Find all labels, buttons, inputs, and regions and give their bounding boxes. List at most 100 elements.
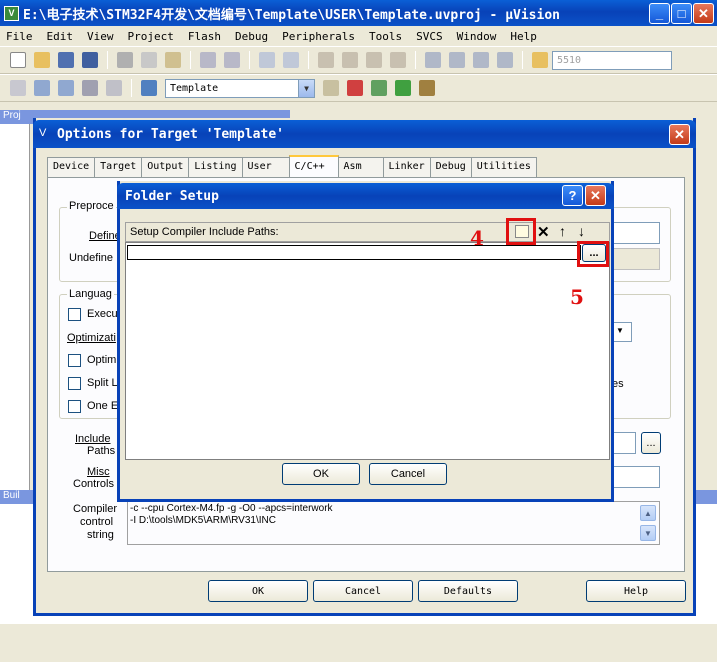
control-label: control <box>80 516 114 528</box>
menu-bar: File Edit View Project Flash Debug Perip… <box>0 26 717 46</box>
uncomment-icon[interactable] <box>497 52 513 68</box>
menu-window[interactable]: Window <box>457 30 497 43</box>
build-icon[interactable] <box>34 80 50 96</box>
nav-forward-icon[interactable] <box>283 52 299 68</box>
tab-user[interactable]: User <box>241 157 290 177</box>
maximize-button[interactable]: □ <box>671 3 692 24</box>
chevron-down-icon: ▼ <box>616 326 624 335</box>
project-pane <box>0 110 30 500</box>
folder-setup-ok-button[interactable]: OK <box>282 463 360 485</box>
optimize-time-checkbox[interactable] <box>68 354 81 367</box>
scroll-up-icon[interactable]: ▲ <box>640 505 656 521</box>
build-toolbar: Template ▼ <box>0 74 717 102</box>
find-combo[interactable]: 5510 <box>552 50 672 70</box>
menu-file[interactable]: File <box>6 30 33 43</box>
one-elf-checkbox[interactable] <box>68 400 81 413</box>
folder-setup-help-button[interactable]: ? <box>562 185 583 206</box>
clear-bookmarks-icon[interactable] <box>390 52 406 68</box>
new-file-icon[interactable] <box>10 52 26 68</box>
options-defaults-button[interactable]: Defaults <box>418 580 518 602</box>
redo-icon[interactable] <box>224 52 240 68</box>
tab-debug[interactable]: Debug <box>429 157 472 177</box>
tab-output[interactable]: Output <box>141 157 190 177</box>
menu-peripherals[interactable]: Peripherals <box>282 30 355 43</box>
target-options-icon[interactable] <box>323 80 339 96</box>
close-button[interactable]: ✕ <box>693 3 714 24</box>
compiler-control-string[interactable]: -c --cpu Cortex-M4.fp -g -O0 --apcs=inte… <box>127 501 660 545</box>
tab-c-cpp[interactable]: C/C++ <box>288 155 339 177</box>
options-dialog-title: Options for Target 'Template' <box>57 126 284 142</box>
main-title-bar[interactable]: V E:\电子技术\STM32F4开发\文档编号\Template\USER\T… <box>0 0 717 26</box>
scroll-down-icon[interactable]: ▼ <box>640 525 656 541</box>
toolbar-separator <box>190 51 191 69</box>
comment-icon[interactable] <box>473 52 489 68</box>
bookmark-icon[interactable] <box>318 52 334 68</box>
define-input[interactable] <box>612 222 660 244</box>
prev-bookmark-icon[interactable] <box>342 52 358 68</box>
save-all-icon[interactable] <box>82 52 98 68</box>
menu-edit[interactable]: Edit <box>47 30 74 43</box>
move-up-icon[interactable]: ↑ <box>559 223 566 239</box>
options-cancel-button[interactable]: Cancel <box>313 580 413 602</box>
minimize-button[interactable]: _ <box>649 3 670 24</box>
indent-icon[interactable] <box>425 52 441 68</box>
chevron-down-icon[interactable]: ▼ <box>298 79 314 97</box>
misc-label: Misc <box>87 466 110 478</box>
target-combo[interactable]: Template ▼ <box>165 78 315 98</box>
rebuild-icon[interactable] <box>58 80 74 96</box>
menu-svcs[interactable]: SVCS <box>416 30 443 43</box>
batch-build-icon[interactable] <box>82 80 98 96</box>
tab-target[interactable]: Target <box>94 157 143 177</box>
stop-build-icon[interactable] <box>106 80 122 96</box>
execute-only-checkbox[interactable] <box>68 308 81 321</box>
delete-icon[interactable]: ✕ <box>537 223 550 241</box>
paste-icon[interactable] <box>165 52 181 68</box>
find-in-files-icon[interactable] <box>532 52 548 68</box>
options-help-button[interactable]: Help <box>586 580 686 602</box>
folder-setup-close-button[interactable]: ✕ <box>585 185 606 206</box>
menu-flash[interactable]: Flash <box>188 30 221 43</box>
menu-project[interactable]: Project <box>128 30 174 43</box>
include-paths-list[interactable]: ... <box>125 242 610 460</box>
open-folder-icon[interactable] <box>34 52 50 68</box>
manage-components-icon[interactable] <box>371 80 387 96</box>
undefine-input[interactable] <box>612 248 660 270</box>
tab-device[interactable]: Device <box>47 157 96 177</box>
help-icon: ? <box>568 188 577 203</box>
nav-back-icon[interactable] <box>259 52 275 68</box>
folder-setup-title-bar[interactable]: Folder Setup ? ✕ <box>117 183 614 209</box>
include-paths-input[interactable] <box>612 432 636 454</box>
options-close-button[interactable]: ✕ <box>669 124 690 145</box>
tab-linker[interactable]: Linker <box>382 157 431 177</box>
tab-listing[interactable]: Listing <box>188 157 243 177</box>
copy-icon[interactable] <box>141 52 157 68</box>
close-icon: ✕ <box>674 126 685 142</box>
include-path-edit-field[interactable] <box>127 245 581 260</box>
menu-help[interactable]: Help <box>510 30 537 43</box>
move-down-icon[interactable]: ↓ <box>578 223 585 239</box>
save-icon[interactable] <box>58 52 74 68</box>
next-bookmark-icon[interactable] <box>366 52 382 68</box>
menu-view[interactable]: View <box>87 30 114 43</box>
split-load-checkbox[interactable] <box>68 377 81 390</box>
highlight-browse-button <box>577 241 609 267</box>
tab-utilities[interactable]: Utilities <box>470 157 537 177</box>
options-dialog-title-bar[interactable]: V Options for Target 'Template' ✕ <box>33 120 696 148</box>
unindent-icon[interactable] <box>449 52 465 68</box>
undo-icon[interactable] <box>200 52 216 68</box>
translate-icon[interactable] <box>10 80 26 96</box>
misc-controls-input[interactable] <box>612 466 660 488</box>
include-paths-browse-button[interactable]: ... <box>641 432 661 454</box>
pack-installer-icon[interactable] <box>395 80 411 96</box>
options-ok-button[interactable]: OK <box>208 580 308 602</box>
menu-debug[interactable]: Debug <box>235 30 268 43</box>
runtime-env-icon[interactable] <box>419 80 435 96</box>
build-output-label: Buil <box>3 490 20 501</box>
folder-setup-cancel-button[interactable]: Cancel <box>369 463 447 485</box>
menu-tools[interactable]: Tools <box>369 30 402 43</box>
warnings-select[interactable]: ▼ <box>612 322 632 342</box>
load-download-icon[interactable] <box>141 80 157 96</box>
tab-asm[interactable]: Asm <box>337 157 384 177</box>
file-extensions-icon[interactable] <box>347 80 363 96</box>
cut-icon[interactable] <box>117 52 133 68</box>
